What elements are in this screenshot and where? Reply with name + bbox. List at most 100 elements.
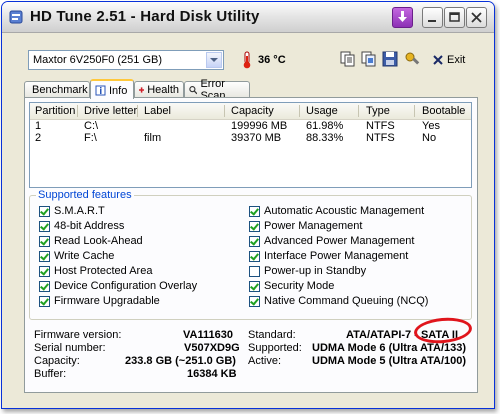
save-icon[interactable] — [382, 51, 398, 67]
tab-info-label: Info — [109, 84, 128, 97]
drive-letter: F:\ — [84, 132, 97, 144]
column-header[interactable]: Bootable — [422, 105, 465, 117]
partition-capacity: 199996 MB — [231, 120, 288, 132]
hdtune-window: HD Tune 2.51 - Hard Disk Utility Maxtor … — [1, 1, 495, 409]
feature-label: 48-bit Address — [54, 220, 125, 232]
title-bar[interactable]: HD Tune 2.51 - Hard Disk Utility — [2, 2, 494, 33]
standard-label: Standard: — [248, 329, 296, 341]
close-button[interactable] — [466, 7, 487, 28]
partition-bootable: No — [422, 132, 437, 144]
column-header[interactable]: Usage — [306, 105, 338, 117]
feature-power-management[interactable]: Power Management — [249, 219, 362, 233]
partition-usage: 61.98% — [306, 120, 344, 132]
firmware-label: Firmware version: — [34, 329, 122, 341]
tab-error-scan[interactable]: Error Scan — [184, 78, 250, 102]
supported-features-legend: Supported features — [36, 189, 134, 201]
serial-value: V507XD9G — [184, 342, 240, 354]
column-header[interactable]: Drive letter — [84, 105, 137, 117]
temperature-readout: 36 °C — [258, 54, 286, 66]
feature-label: Power Management — [264, 220, 363, 232]
feature-host-protected-area[interactable]: Host Protected Area — [39, 264, 152, 278]
toolbar: Maxtor 6V250F0 (251 GB) 36 °C Exit — [2, 33, 494, 77]
column-header[interactable]: Capacity — [231, 105, 274, 117]
info-panel: Partition Drive letter Label Capacity Us… — [24, 97, 478, 393]
tab-info[interactable]: Info — [90, 79, 134, 99]
checkbox[interactable] — [39, 205, 50, 217]
search-icon — [189, 86, 198, 95]
copy-screenshot-icon[interactable] — [361, 51, 377, 67]
partition-list[interactable]: Partition Drive letter Label Capacity Us… — [29, 102, 472, 188]
minimize-button[interactable] — [422, 7, 443, 28]
copy-text-icon[interactable] — [340, 51, 356, 67]
column-header[interactable]: Label — [144, 105, 171, 117]
supported-features-group: Supported features S.M.A.R.T 48-bit Addr… — [29, 189, 472, 320]
feature-read-look-ahead[interactable]: Read Look-Ahead — [39, 234, 143, 248]
info-icon — [95, 85, 106, 96]
checkbox[interactable] — [39, 295, 50, 307]
minimize-icon — [428, 20, 436, 22]
partition-list-header: Partition Drive letter Label Capacity Us… — [30, 103, 471, 120]
options-icon[interactable] — [404, 51, 420, 67]
feature-label: Write Cache — [54, 250, 115, 262]
health-icon — [139, 87, 145, 93]
checkbox[interactable] — [249, 295, 260, 307]
checkbox[interactable] — [39, 250, 50, 262]
capacity-value: 233.8 GB (~251.0 GB) — [125, 355, 236, 367]
table-row[interactable]: 2 F:\ film 39370 MB 88.33% NTFS No — [30, 132, 471, 144]
partition-usage: 88.33% — [306, 132, 344, 144]
feature-label: Automatic Acoustic Management — [264, 205, 425, 217]
feature-security-mode[interactable]: Security Mode — [249, 279, 334, 293]
tab-health[interactable]: Health — [134, 81, 184, 97]
supported-value: UDMA Mode 6 (Ultra ATA/133) — [312, 342, 467, 354]
buffer-value: 16384 KB — [187, 368, 237, 380]
close-icon — [471, 12, 482, 23]
column-header[interactable]: Type — [366, 105, 390, 117]
close-icon — [433, 55, 443, 65]
supported-label: Supported: — [248, 342, 302, 354]
partition-bootable: Yes — [422, 120, 440, 132]
feature-automatic-acoustic-management[interactable]: Automatic Acoustic Management — [249, 204, 424, 218]
drive-letter: C:\ — [84, 120, 99, 132]
exit-button[interactable]: Exit — [432, 50, 465, 70]
feature-write-cache[interactable]: Write Cache — [39, 249, 114, 263]
partition-capacity: 39370 MB — [231, 132, 282, 144]
feature-label: Advanced Power Management — [264, 235, 415, 247]
checkbox[interactable] — [39, 235, 50, 247]
feature-advanced-power-management[interactable]: Advanced Power Management — [249, 234, 414, 248]
active-label: Active: — [248, 355, 282, 367]
feature-firmware-upgradable[interactable]: Firmware Upgradable — [39, 294, 160, 308]
feature-power-up-in-standby[interactable]: Power-up in Standby — [249, 264, 366, 278]
checkbox[interactable] — [39, 265, 50, 277]
maximize-icon — [449, 12, 460, 22]
partition-number: 1 — [35, 120, 42, 132]
column-header[interactable]: Partition — [35, 105, 75, 117]
drive-info: Firmware version: VA111630 Serial number… — [29, 327, 472, 387]
drive-select[interactable]: Maxtor 6V250F0 (251 GB) — [28, 50, 224, 70]
checkbox[interactable] — [249, 265, 260, 277]
drive-select-value: Maxtor 6V250F0 (251 GB) — [33, 54, 163, 66]
checkbox[interactable] — [39, 220, 50, 232]
capacity-label: Capacity: — [34, 355, 80, 367]
chevron-down-icon[interactable] — [206, 52, 222, 68]
feature-smart[interactable]: S.M.A.R.T — [39, 204, 105, 218]
checkbox[interactable] — [39, 280, 50, 292]
partition-type: NTFS — [366, 120, 395, 132]
feature-label: Power-up in Standby — [264, 265, 367, 277]
download-button[interactable] — [392, 7, 413, 28]
tab-benchmark-label: Benchmark — [32, 84, 88, 96]
checkbox[interactable] — [249, 205, 260, 217]
checkbox[interactable] — [249, 235, 260, 247]
feature-label: Native Command Queuing (NCQ) — [264, 295, 429, 307]
table-row[interactable]: 1 C:\ 199996 MB 61.98% NTFS Yes — [30, 120, 471, 132]
tab-benchmark[interactable]: Benchmark — [24, 81, 90, 97]
feature-48bit-address[interactable]: 48-bit Address — [39, 219, 124, 233]
checkbox[interactable] — [249, 220, 260, 232]
firmware-value: VA111630 — [183, 329, 233, 341]
checkbox[interactable] — [249, 250, 260, 262]
feature-ncq[interactable]: Native Command Queuing (NCQ) — [249, 294, 428, 308]
checkbox[interactable] — [249, 280, 260, 292]
feature-interface-power-management[interactable]: Interface Power Management — [249, 249, 408, 263]
maximize-button[interactable] — [444, 7, 465, 28]
feature-label: S.M.A.R.T — [54, 205, 105, 217]
feature-device-configuration-overlay[interactable]: Device Configuration Overlay — [39, 279, 197, 293]
